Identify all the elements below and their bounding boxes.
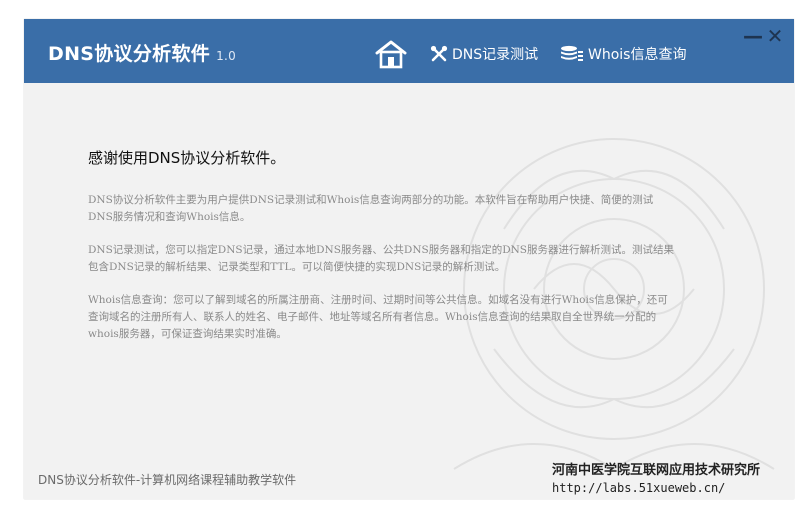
- database-icon: [560, 45, 584, 63]
- dns-test-tab[interactable]: DNS记录测试: [430, 39, 538, 69]
- app-window: DNS协议分析软件 1.0 DNS记录测试 Whois信息查询 — ✕ 感谢使用…: [24, 19, 794, 499]
- tools-icon: [430, 45, 448, 63]
- app-title: DNS协议分析软件 1.0: [48, 39, 236, 66]
- title-bar: DNS协议分析软件 1.0 DNS记录测试 Whois信息查询 — ✕: [24, 19, 794, 83]
- app-version: 1.0: [216, 49, 237, 63]
- footer-description: DNS协议分析软件-计算机网络课程辅助教学软件: [38, 473, 297, 487]
- close-button[interactable]: ✕: [765, 25, 785, 47]
- minimize-button[interactable]: —: [743, 25, 763, 47]
- whois-query-tab[interactable]: Whois信息查询: [560, 39, 686, 69]
- website-url[interactable]: http://labs.51xueweb.cn/: [552, 481, 760, 495]
- main-content: 感谢使用DNS协议分析软件。 DNS协议分析软件主要为用户提供DNS记录测试和W…: [88, 147, 678, 359]
- dns-test-label: DNS记录测试: [452, 47, 539, 63]
- app-title-text: DNS协议分析软件: [48, 43, 211, 65]
- whois-query-label: Whois信息查询: [588, 47, 687, 63]
- dns-test-paragraph: DNS记录测试，您可以指定DNS记录，通过本地DNS服务器、公共DNS服务器和指…: [88, 244, 674, 273]
- footer-credits: 河南中医学院互联网应用技术研究所 http://labs.51xueweb.cn…: [552, 459, 760, 495]
- home-button[interactable]: [374, 38, 408, 70]
- whois-paragraph: Whois信息查询：您可以了解到域名的所属注册商、注册时间、过期时间等公共信息。…: [88, 294, 668, 340]
- home-icon: [374, 39, 408, 69]
- intro-paragraph: DNS协议分析软件主要为用户提供DNS记录测试和Whois信息查询两部分的功能。…: [88, 194, 654, 223]
- welcome-heading: 感谢使用DNS协议分析软件。: [88, 149, 286, 167]
- organization-name: 河南中医学院互联网应用技术研究所: [552, 463, 761, 478]
